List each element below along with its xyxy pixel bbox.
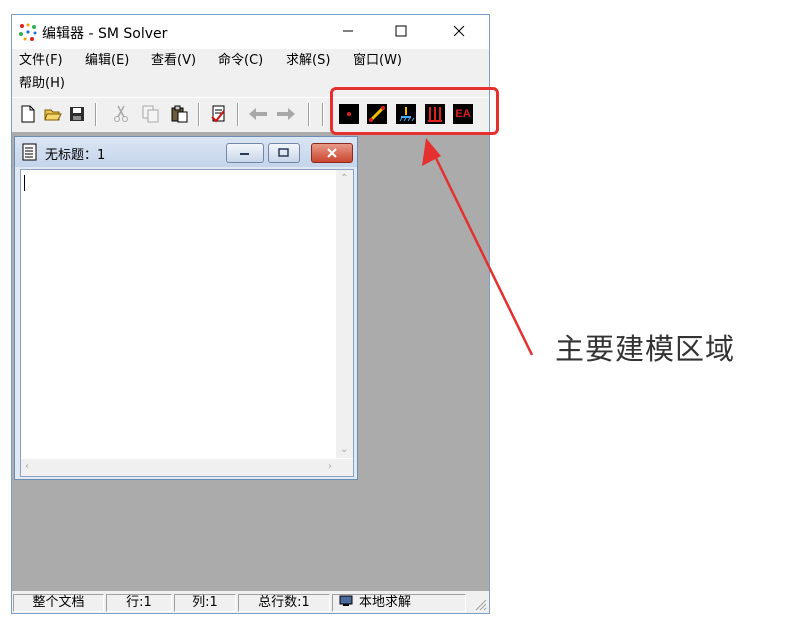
annotation-arrow-icon (422, 138, 534, 356)
annotation-label: 主要建模区域 (555, 332, 736, 366)
